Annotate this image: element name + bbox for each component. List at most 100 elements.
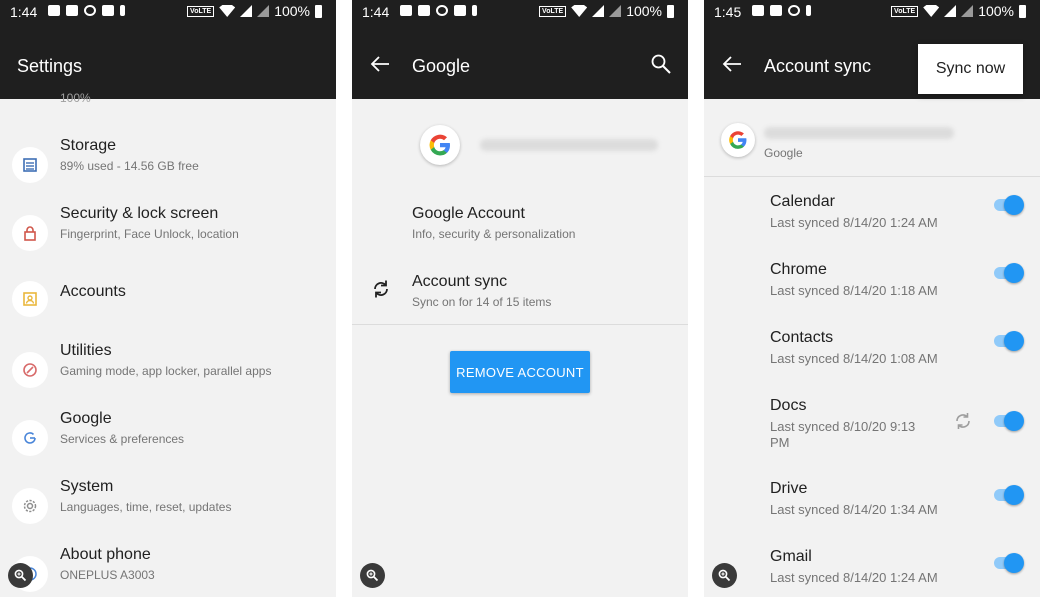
back-arrow-icon[interactable] (722, 54, 742, 76)
wifi-icon (219, 5, 236, 17)
search-icon[interactable] (650, 53, 672, 80)
divider (352, 324, 688, 325)
google-account-item[interactable]: Google Account Info, security & personal… (352, 199, 688, 259)
account-sync-screen: 1:45 VoLTE 100% Account sync Sync now Go… (704, 0, 1040, 597)
sync-item-subtitle: Last synced 8/10/20 9:13 PM (770, 419, 916, 450)
account-email-blurred (480, 139, 658, 151)
sync-item-subtitle: Last synced 8/14/20 1:24 AM (770, 570, 938, 585)
notification-icons (48, 5, 125, 16)
settings-item-google[interactable]: Google Services & preferences (0, 410, 336, 478)
battery-notification-icon (806, 5, 811, 16)
battery-notification-icon (472, 5, 477, 16)
settings-item-subtitle: 89% used - 14.56 GB free (60, 159, 199, 173)
sync-row-drive[interactable]: Drive Last synced 8/14/20 1:34 AM (704, 480, 1040, 548)
zoom-button[interactable] (360, 563, 385, 588)
divider (704, 176, 1040, 177)
remove-account-button[interactable]: REMOVE ACCOUNT (450, 351, 590, 393)
item-subtitle: Sync on for 14 of 15 items (412, 295, 552, 309)
utilities-icon (12, 352, 48, 388)
settings-item-system[interactable]: System Languages, time, reset, updates (0, 478, 336, 546)
battery-icon (315, 4, 322, 18)
signal-icon (257, 5, 270, 17)
status-time: 1:44 (10, 4, 38, 20)
settings-item-storage[interactable]: Storage 89% used - 14.56 GB free (0, 137, 336, 205)
sync-toggle[interactable] (992, 195, 1024, 215)
account-sync-item[interactable]: Account sync Sync on for 14 of 15 items (352, 267, 688, 327)
sync-item-subtitle: Last synced 8/14/20 1:08 AM (770, 351, 938, 366)
sync-now-menu-item[interactable]: Sync now (918, 44, 1023, 94)
volte-icon: VoLTE (539, 5, 567, 17)
settings-item-subtitle: ONEPLUS A3003 (60, 568, 155, 582)
battery-notification-icon (120, 5, 125, 16)
sync-toggle[interactable] (992, 411, 1024, 431)
settings-item-title: Storage (60, 137, 117, 154)
notification-icon (788, 5, 800, 16)
sync-row-gmail[interactable]: Gmail Last synced 8/14/20 1:24 AM (704, 548, 1040, 597)
sync-item-title: Chrome (770, 261, 827, 278)
page-title: Settings (17, 56, 83, 76)
sync-row-docs[interactable]: Docs Last synced 8/10/20 9:13 PM (704, 397, 1040, 477)
sync-row-calendar[interactable]: Calendar Last synced 8/14/20 1:24 AM (704, 193, 1040, 261)
signal-icon (944, 5, 957, 17)
settings-screen: 1:44 VoLTE 100% Settings 100% Storage 89… (0, 0, 336, 597)
system-icons: VoLTE 100% (187, 3, 322, 19)
settings-item-accounts[interactable]: Accounts (0, 281, 336, 349)
settings-item-title: Utilities (60, 342, 112, 359)
google-account-screen: 1:44 VoLTE 100% Google Google Account In… (352, 0, 688, 597)
battery-percent: 100% (274, 3, 310, 19)
gear-icon (12, 488, 48, 524)
account-provider: Google (764, 146, 803, 160)
status-bar: 1:44 VoLTE 100% (0, 0, 336, 24)
notification-icon (436, 5, 448, 16)
page-title: Account sync (764, 56, 872, 76)
settings-item-about-phone[interactable]: About phone ONEPLUS A3003 (0, 546, 336, 597)
notification-icon (770, 5, 782, 16)
google-g-icon (12, 420, 48, 456)
settings-item-utilities[interactable]: Utilities Gaming mode, app locker, paral… (0, 342, 336, 410)
notification-icons (400, 5, 477, 16)
settings-item-subtitle: Services & preferences (60, 432, 185, 446)
signal-icon (961, 5, 974, 17)
image-notification-icon (102, 5, 114, 16)
sync-item-title: Docs (770, 397, 807, 414)
sync-item-subtitle: Last synced 8/14/20 1:34 AM (770, 502, 938, 517)
image-notification-icon (454, 5, 466, 16)
settings-item-subtitle: Languages, time, reset, updates (60, 500, 232, 514)
account-email-blurred (764, 127, 954, 139)
battery-percent: 100% (978, 3, 1014, 19)
sync-toggle[interactable] (992, 553, 1024, 573)
sync-toggle[interactable] (992, 263, 1024, 283)
notification-icon (84, 5, 96, 16)
sync-toggle[interactable] (992, 331, 1024, 351)
notification-icons (752, 5, 811, 16)
notification-icon (418, 5, 430, 16)
zoom-button[interactable] (712, 563, 737, 588)
zoom-icon (718, 569, 731, 582)
settings-item-security[interactable]: Security & lock screen Fingerprint, Face… (0, 205, 336, 273)
notification-icon (752, 5, 764, 16)
sync-item-title: Drive (770, 480, 808, 497)
zoom-button[interactable] (8, 563, 33, 588)
notification-icon (48, 5, 60, 16)
status-time: 1:45 (714, 4, 742, 20)
account-details: Google Account Info, security & personal… (352, 99, 688, 597)
sync-row-contacts[interactable]: Contacts Last synced 8/14/20 1:08 AM (704, 329, 1040, 397)
signal-icon (240, 5, 253, 17)
back-arrow-icon[interactable] (370, 54, 390, 76)
sync-toggle[interactable] (992, 485, 1024, 505)
status-bar: 1:45 VoLTE 100% (704, 0, 1040, 24)
item-subtitle: Info, security & personalization (412, 227, 576, 241)
system-icons: VoLTE 100% (891, 3, 1026, 19)
sync-icon (372, 279, 390, 304)
account-box-icon (12, 281, 48, 317)
status-bar: 1:44 VoLTE 100% (352, 0, 688, 24)
battery-percent: 100% (626, 3, 662, 19)
sync-item-title: Contacts (770, 329, 834, 346)
page-title: Google (412, 56, 471, 76)
sync-row-chrome[interactable]: Chrome Last synced 8/14/20 1:18 AM (704, 261, 1040, 329)
notification-icon (400, 5, 412, 16)
zoom-icon (366, 569, 379, 582)
volte-icon: VoLTE (187, 5, 215, 17)
wifi-icon (571, 5, 588, 17)
item-title: Google Account (412, 205, 525, 222)
